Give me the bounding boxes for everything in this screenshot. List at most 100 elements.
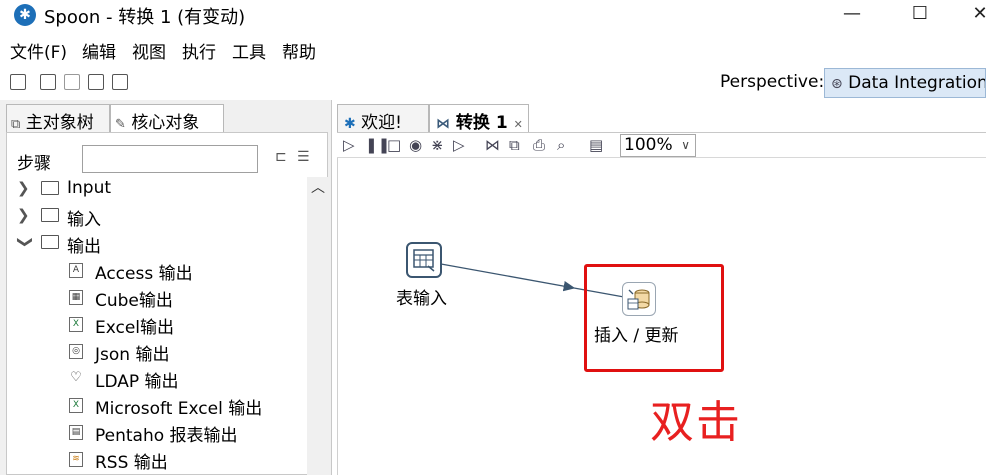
save-as-icon[interactable] (112, 74, 128, 90)
tree-scrollbar[interactable]: ︿ (307, 177, 328, 475)
tree-item-ms-excel-output[interactable]: X Microsoft Excel 输出 (7, 393, 307, 420)
tree-item-pentaho-report-output[interactable]: ▤ Pentaho 报表输出 (7, 420, 307, 447)
double-click-annotation: 双击 (650, 397, 742, 448)
menu-bar: 文件(F) 编辑 视图 执行 工具 帮助 (0, 36, 986, 64)
data-integration-icon: ⊛ (831, 76, 843, 92)
menu-tools[interactable]: 工具 (232, 38, 266, 63)
menu-help[interactable]: 帮助 (282, 38, 316, 63)
highlight-box (584, 264, 724, 372)
left-panel-tabs: ⧉ 主对象树 ✎ 核心对象 (6, 104, 328, 133)
preview-icon[interactable]: ◉ (409, 136, 422, 154)
tree-item-label: Input (67, 178, 112, 198)
explore-repository-icon[interactable] (64, 74, 80, 90)
table-input-icon (413, 249, 435, 272)
tree-folder-input-cn[interactable]: ❯ 输入 (7, 204, 307, 231)
tree-item-label: Microsoft Excel 输出 (95, 399, 263, 419)
pencil-icon: ✎ (115, 117, 126, 132)
report-icon: ▤ (69, 425, 83, 440)
perspective-label: Perspective: (720, 72, 825, 92)
tree-item-label: Cube输出 (95, 291, 173, 311)
excel-icon: X (69, 317, 83, 332)
tree-folder-input[interactable]: ❯ Input (7, 177, 307, 204)
tree-item-label: LDAP 输出 (95, 372, 179, 392)
core-objects-panel: 步骤 ⊏ ☰ ❯ Input ❯ 输入 ❯ 输出 A Access 输出 ▦ C… (6, 132, 328, 475)
tree-item-json-output[interactable]: ◎ Json 输出 (7, 339, 307, 366)
maximize-button[interactable]: ☐ (900, 0, 940, 30)
show-results-icon[interactable]: ▤ (589, 136, 603, 154)
tab-label: 欢迎! (361, 113, 402, 133)
tree-item-rss-output[interactable]: ≋ RSS 输出 (7, 447, 307, 474)
tree-item-label: Excel输出 (95, 318, 175, 338)
excel-icon: X (69, 398, 83, 413)
replay-icon[interactable]: ▷ (453, 136, 465, 154)
spoon-app-icon: ✱ (14, 4, 36, 26)
tab-core-objects[interactable]: ✎ 核心对象 (110, 104, 224, 133)
analyze-icon[interactable]: ⧉ (509, 136, 520, 154)
tree-item-cube-output[interactable]: ▦ Cube输出 (7, 285, 307, 312)
tree-folder-output[interactable]: ❯ 输出 (7, 231, 307, 258)
tab-welcome[interactable]: ✱ 欢迎! (337, 104, 429, 133)
menu-edit[interactable]: 编辑 (82, 38, 116, 63)
json-icon: ◎ (69, 344, 83, 359)
tree-item-label: RSS 输出 (95, 453, 168, 473)
tree-item-access-output[interactable]: A Access 输出 (7, 258, 307, 285)
left-panel: ⧉ 主对象树 ✎ 核心对象 步骤 ⊏ ☰ ❯ Input ❯ 输入 ❯ 输出 A… (0, 100, 332, 475)
sql-icon[interactable]: ⎙ (533, 136, 545, 154)
open-file-icon[interactable] (40, 74, 56, 90)
spoon-icon: ✱ (344, 116, 356, 132)
title-bar: ✱ Spoon - 转换 1 (有变动) — ☐ ✕ (0, 0, 986, 30)
new-file-icon[interactable] (10, 74, 26, 90)
cube-icon: ▦ (69, 290, 83, 305)
verify-icon[interactable]: ⋈ (485, 136, 500, 154)
chevron-right-icon[interactable]: ❯ (17, 179, 30, 197)
menu-view[interactable]: 视图 (132, 38, 166, 63)
tree-item-excel-output[interactable]: X Excel输出 (7, 312, 307, 339)
collapse-all-icon[interactable]: ⊏ (275, 149, 287, 165)
chevron-down-icon[interactable]: ❯ (16, 236, 34, 249)
folder-icon (41, 181, 59, 195)
tab-transformation-1[interactable]: ⋈ 转换 1 ✕ (429, 104, 529, 133)
transformation-icon: ⋈ (436, 116, 450, 132)
chevron-right-icon[interactable]: ❯ (17, 206, 30, 224)
close-tab-icon[interactable]: ✕ (514, 118, 523, 131)
run-icon[interactable]: ▷ (343, 136, 355, 154)
tree-item-label: Pentaho 报表输出 (95, 426, 238, 446)
tab-label: 转换 1 (455, 113, 508, 133)
stop-icon[interactable]: □ (387, 136, 401, 154)
tab-label: 核心对象 (131, 113, 200, 133)
access-icon: A (69, 263, 83, 278)
window-title: Spoon - 转换 1 (有变动) (44, 7, 246, 28)
save-icon[interactable] (88, 74, 104, 90)
tree-item-label: 输入 (67, 210, 101, 230)
minimize-button[interactable]: — (832, 0, 872, 30)
table-input-step[interactable] (406, 242, 442, 278)
close-button[interactable]: ✕ (960, 0, 986, 30)
rss-icon: ≋ (69, 452, 83, 467)
ldap-icon: ♡ (70, 370, 82, 385)
menu-file[interactable]: 文件(F) (10, 38, 67, 63)
zoom-value: 100% (624, 135, 673, 155)
tree-item-label: Json 输出 (95, 345, 170, 365)
tab-main-object-tree[interactable]: ⧉ 主对象树 (6, 104, 110, 133)
tab-label: 主对象树 (25, 113, 94, 133)
tree-item-ldap-output[interactable]: ♡ LDAP 输出 (7, 366, 307, 393)
editor-panel: ✱ 欢迎! ⋈ 转换 1 ✕ ▷ ❚❚ □ ◉ ⋇ ▷ ⋈ ⧉ ⎙ ⌕ ▤ 10… (333, 100, 986, 475)
editor-tabs: ✱ 欢迎! ⋈ 转换 1 ✕ (337, 104, 986, 133)
tree-item-label: Access 输出 (95, 264, 193, 284)
steps-search-input[interactable] (82, 145, 258, 173)
zoom-select[interactable]: 100% ∨ (620, 134, 696, 157)
chevron-down-icon: ∨ (681, 138, 690, 152)
debug-icon[interactable]: ⋇ (431, 136, 444, 154)
explore-db-icon[interactable]: ⌕ (557, 136, 565, 154)
tree-item-label: 输出 (67, 237, 101, 257)
scroll-up-icon[interactable]: ︿ (311, 177, 325, 197)
folder-icon (41, 208, 59, 222)
expand-all-icon[interactable]: ☰ (297, 149, 310, 165)
perspective-data-integration-button[interactable]: ⊛ Data Integration (824, 68, 986, 98)
transformation-canvas[interactable]: 表输入 插入 / 更新 双击 (337, 158, 986, 475)
steps-label: 步骤 (17, 154, 51, 174)
canvas-toolbar: ▷ ❚❚ □ ◉ ⋇ ▷ ⋈ ⧉ ⎙ ⌕ ▤ 100% ∨ (337, 132, 986, 158)
tree-icon: ⧉ (11, 117, 21, 132)
table-input-label: 表输入 (396, 289, 447, 309)
menu-run[interactable]: 执行 (182, 38, 216, 63)
